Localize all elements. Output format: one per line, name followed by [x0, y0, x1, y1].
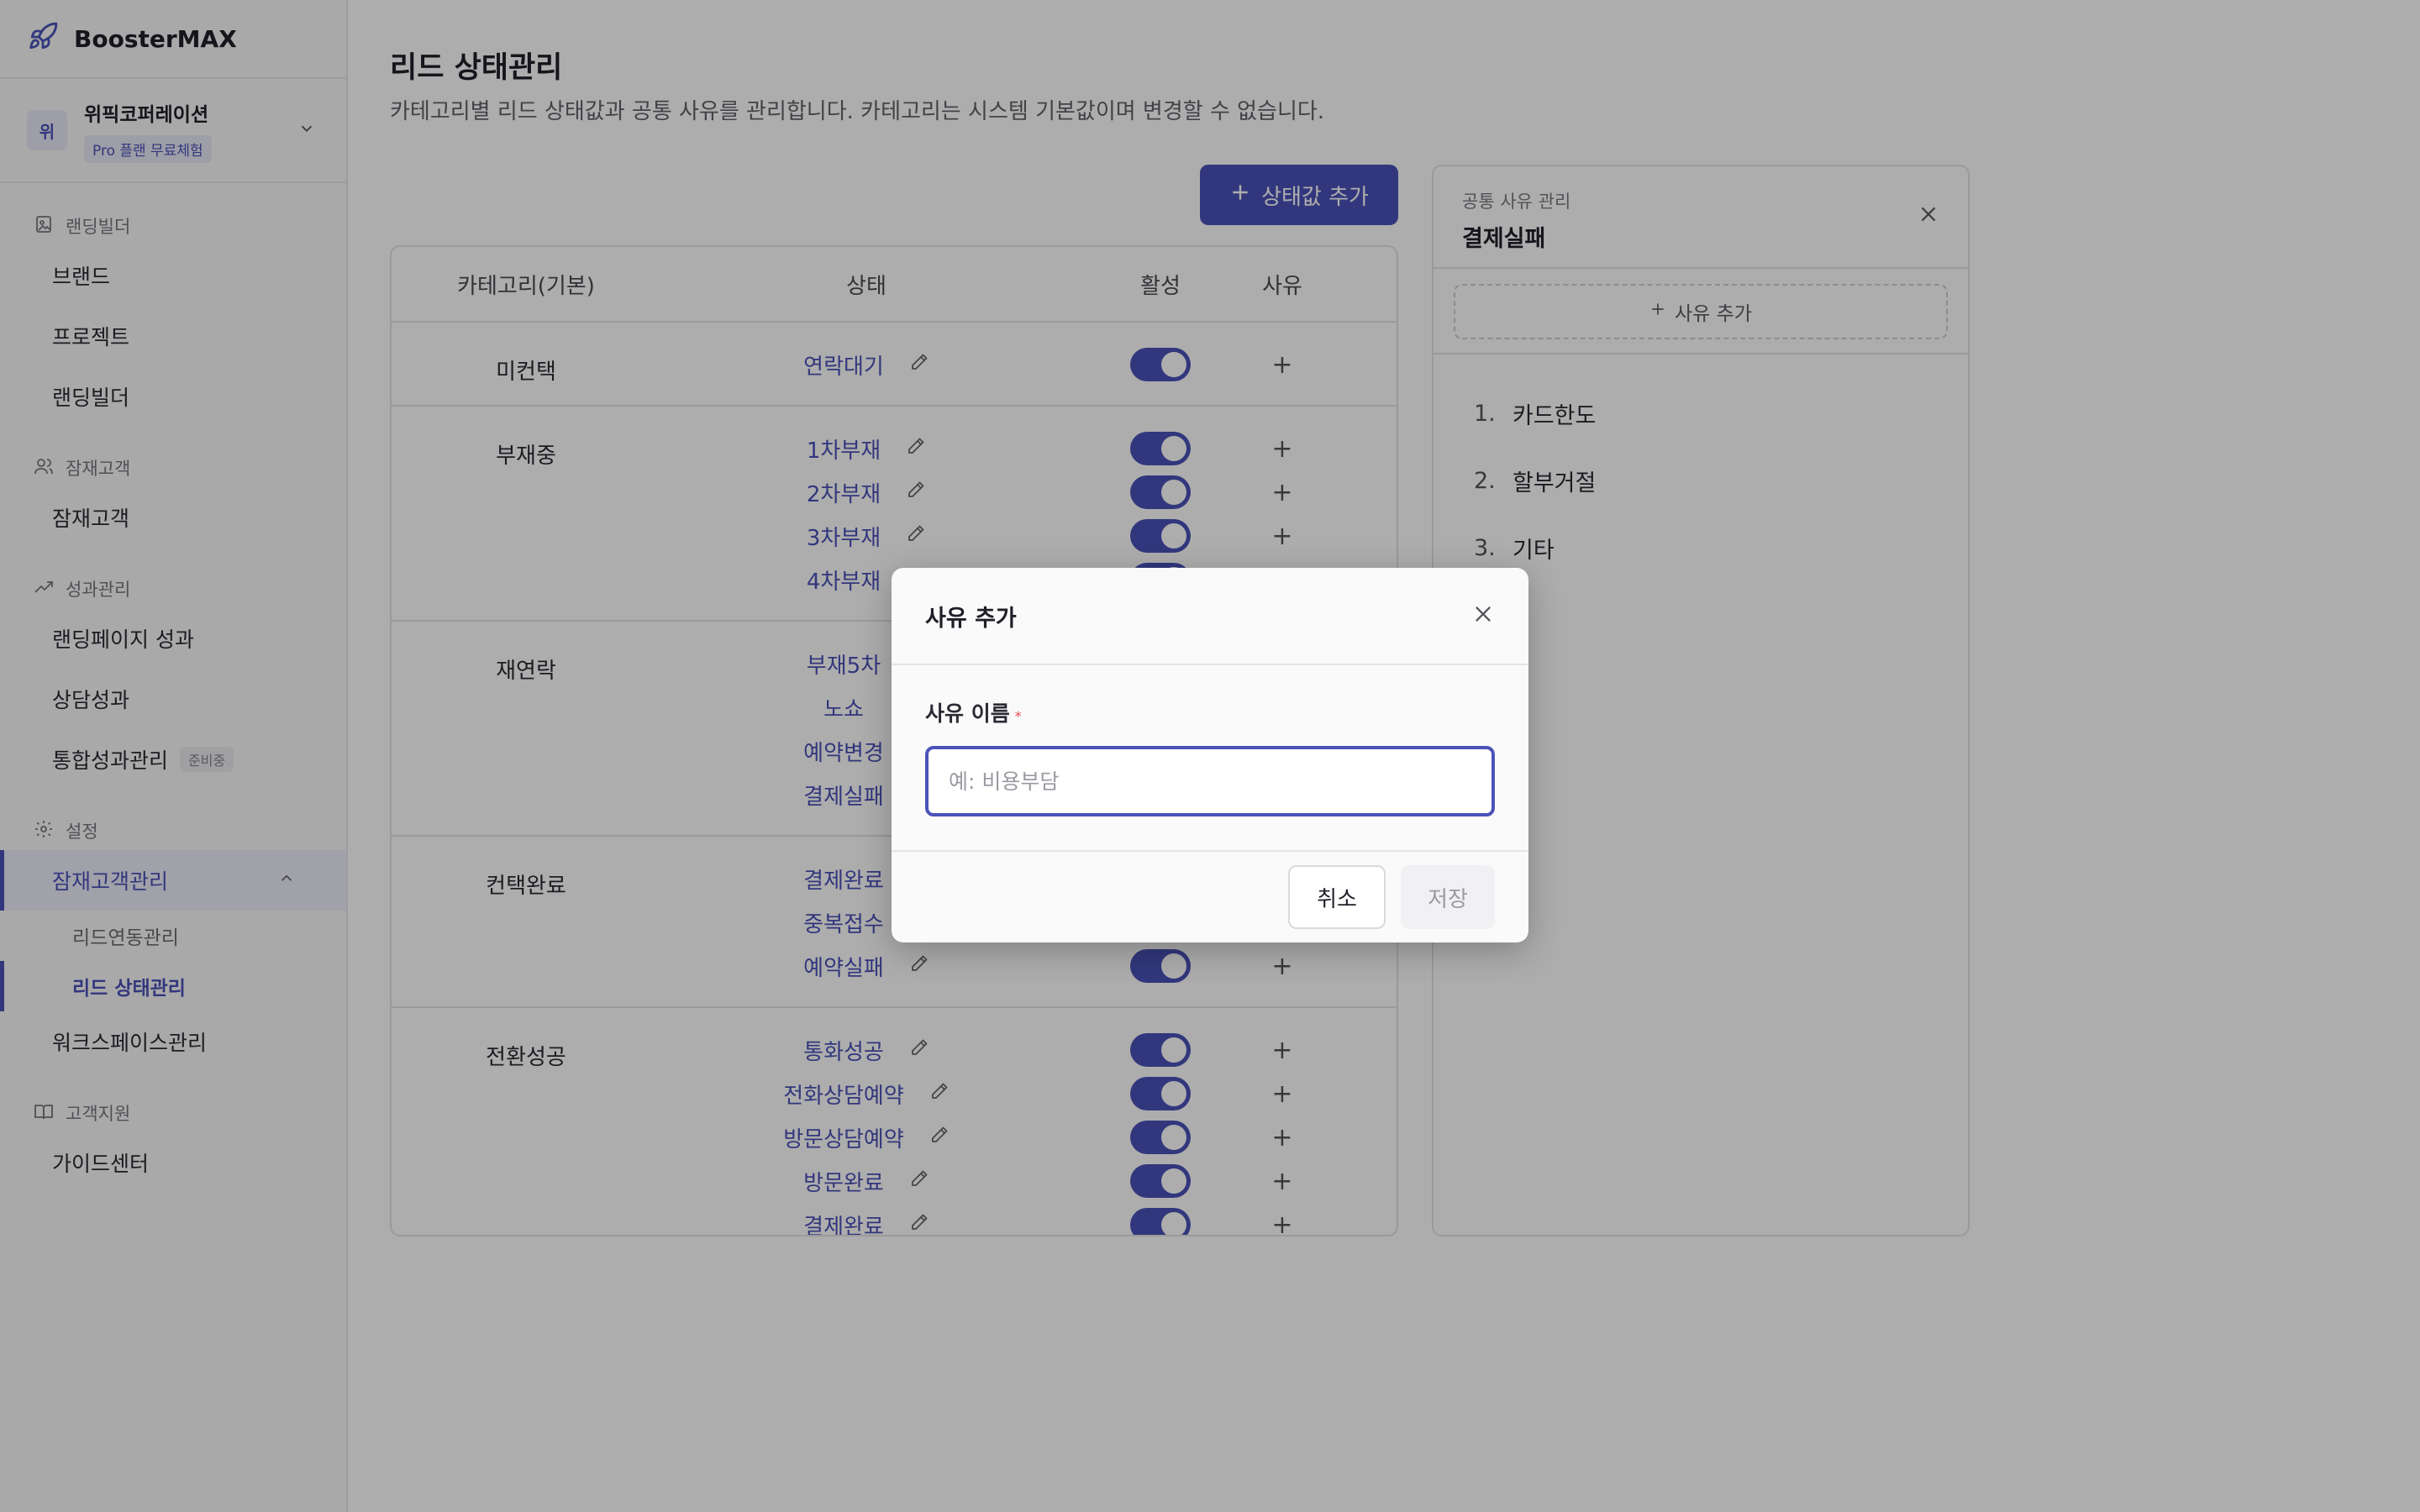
- modal-title: 사유 추가: [925, 605, 1017, 632]
- modal-footer: 취소 저장: [892, 852, 1528, 942]
- save-button[interactable]: 저장: [1401, 865, 1495, 929]
- modal-body: 사유 이름 *: [892, 665, 1528, 852]
- add-reason-modal: 사유 추가 사유 이름* 취소 저장: [892, 568, 1528, 942]
- reason-name-label: 사유 이름 *: [925, 701, 1022, 726]
- modal-header: 사유 추가: [892, 568, 1528, 665]
- cancel-button[interactable]: 취소: [1288, 865, 1386, 929]
- required-mark: *: [1014, 708, 1022, 724]
- reason-name-input[interactable]: [925, 746, 1495, 816]
- close-icon[interactable]: [1471, 602, 1495, 629]
